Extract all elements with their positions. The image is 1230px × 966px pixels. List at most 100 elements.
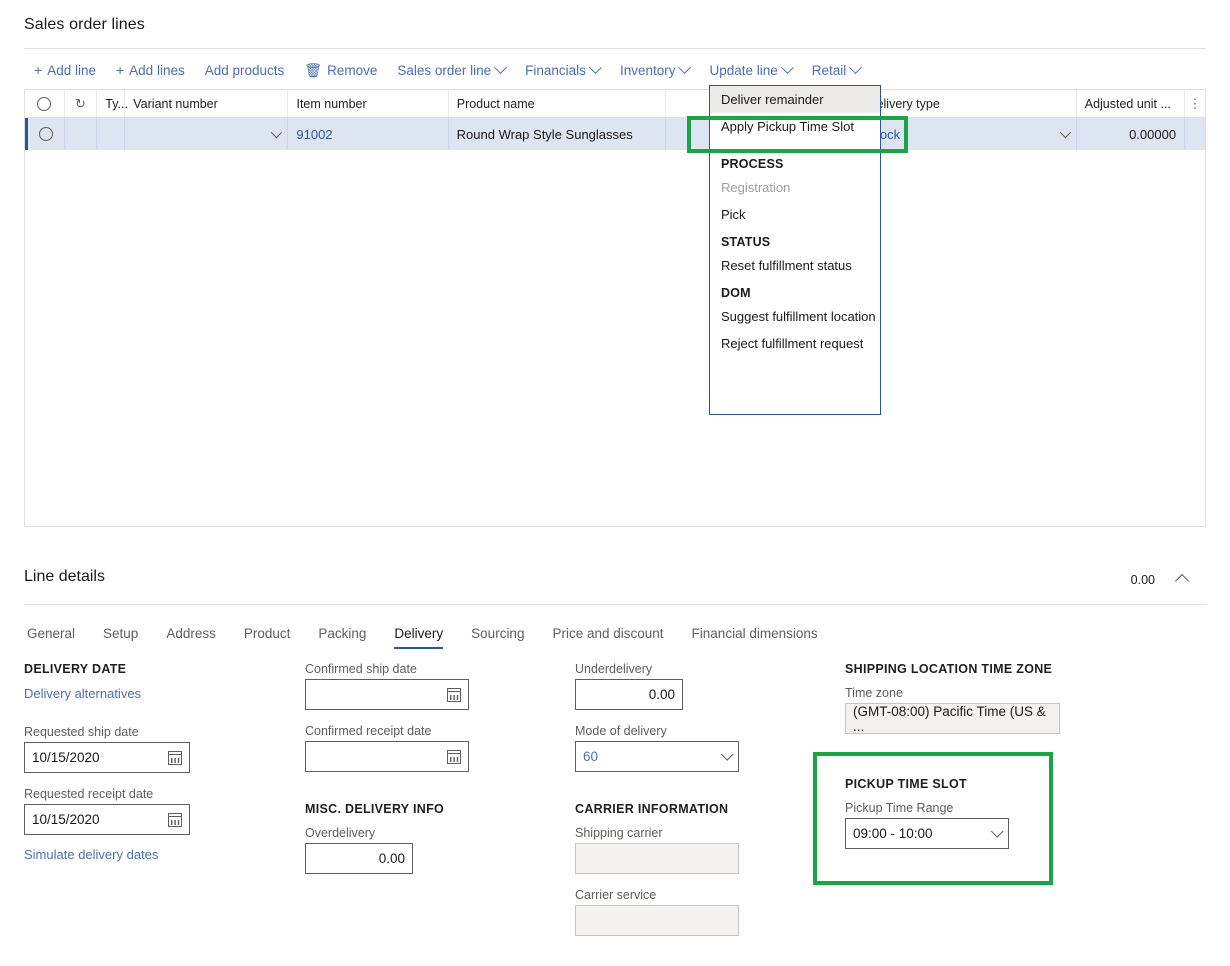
toolbar-add-line[interactable]: + Add line [24,60,106,81]
delivery-alternatives-link[interactable]: Delivery alternatives [24,686,190,701]
grid-header-variant-number[interactable]: Variant number [125,90,288,117]
chevron-down-icon[interactable] [721,748,734,761]
shipping-carrier-input[interactable] [575,843,739,874]
overdelivery-input[interactable]: 0.00 [305,843,413,874]
time-zone-input[interactable]: (GMT-08:00) Pacific Time (US & ... [845,703,1060,734]
section-carrier-information: CARRIER INFORMATION [575,802,739,816]
grid-header-adjusted-unit-label: Adjusted unit ... [1085,97,1171,111]
confirmed-ship-date-input[interactable] [305,679,469,710]
simulate-delivery-dates-link[interactable]: Simulate delivery dates [24,847,190,862]
tab-packing[interactable]: Packing [304,618,380,651]
menu-item-pick[interactable]: Pick [710,201,880,228]
requested-ship-date-value: 10/15/2020 [32,750,100,765]
chevron-down-icon[interactable] [991,825,1004,838]
grid-header-delivery-type[interactable]: Delivery type [860,90,1077,117]
toolbar-sales-order-line[interactable]: Sales order line [387,60,515,81]
menu-item-deliver-remainder-label: Deliver remainder [721,92,824,107]
tab-general[interactable]: General [24,618,89,651]
toolbar-financials-label: Financials [525,63,586,78]
requested-receipt-date-label: Requested receipt date [24,787,190,801]
calendar-icon[interactable] [168,813,182,827]
requested-receipt-date-value: 10/15/2020 [32,812,100,827]
underdelivery-input[interactable]: 0.00 [575,679,683,710]
menu-item-suggest-fulfillment-location[interactable]: Suggest fulfillment location [710,303,880,330]
confirmed-ship-date-label: Confirmed ship date [305,662,469,676]
radio-icon [37,97,51,111]
pickup-time-range-select[interactable]: 09:00 - 10:00 [845,818,1009,849]
toolbar-financials[interactable]: Financials [515,60,610,81]
toolbar-add-products[interactable]: Add products [195,60,295,81]
grid-header-refresh[interactable]: ↻ [65,90,98,117]
calendar-icon[interactable] [447,688,461,702]
plus-lines-icon: + [116,63,124,77]
time-zone-label: Time zone [845,686,1060,700]
chevron-down-icon [679,61,692,74]
tab-price-and-discount[interactable]: Price and discount [538,618,677,651]
update-line-dropdown-menu: Deliver remainder Apply Pickup Time Slot… [709,85,881,415]
menu-separator [710,140,880,150]
carrier-service-input[interactable] [575,905,739,936]
toolbar-add-lines[interactable]: + Add lines [106,60,195,81]
requested-ship-date-input[interactable]: 10/15/2020 [24,742,190,773]
collapse-chevron-up-icon[interactable] [1173,572,1191,590]
toolbar-add-products-label: Add products [205,63,285,78]
radio-icon [39,127,53,141]
row-delivery-type-cell[interactable]: Stock [860,118,1077,150]
grid-header-adjusted-unit[interactable]: Adjusted unit ... [1077,90,1185,117]
toolbar-update-line[interactable]: Update line [699,60,801,81]
menu-item-reset-fulfillment-status[interactable]: Reset fulfillment status [710,252,880,279]
sales-order-lines-card: Sales order lines + Add line + Add lines… [0,0,1215,546]
grid-header-product-name[interactable]: Product name [449,90,666,117]
row-select-radio[interactable] [28,118,65,150]
requested-receipt-date-input[interactable]: 10/15/2020 [24,804,190,835]
toolbar-remove[interactable]: 🗑 Remove [294,60,387,81]
tab-setup[interactable]: Setup [89,618,152,651]
menu-item-reset-fulfillment-status-label: Reset fulfillment status [721,258,852,273]
row-adjusted-unit-cell[interactable]: 0.00000 [1077,118,1185,150]
menu-item-deliver-remainder[interactable]: Deliver remainder [710,86,880,113]
confirmed-receipt-date-input[interactable] [305,741,469,772]
calendar-icon[interactable] [447,750,461,764]
row-end-cell [1185,118,1205,150]
pickup-time-range-label: Pickup Time Range [845,801,1021,815]
grid-header-select-all[interactable] [25,90,65,117]
grid-header-item-number[interactable]: Item number [288,90,448,117]
row-item-number-cell[interactable]: 91002 [288,118,448,150]
toolbar-add-lines-label: Add lines [129,63,185,78]
grid-column-options-button[interactable]: ⋮ [1185,90,1205,117]
menu-item-reject-fulfillment-request-label: Reject fulfillment request [721,336,863,351]
form-column-time-zone: SHIPPING LOCATION TIME ZONE Time zone (G… [845,662,1060,734]
toolbar-retail[interactable]: Retail [802,60,871,81]
tab-product[interactable]: Product [230,618,305,651]
row-type-cell[interactable] [97,118,125,150]
menu-item-apply-pickup-time-slot[interactable]: Apply Pickup Time Slot [710,113,880,140]
pickup-time-range-value: 09:00 - 10:00 [853,826,933,841]
row-product-name-cell[interactable]: Round Wrap Style Sunglasses [449,118,666,150]
tab-financial-dimensions[interactable]: Financial dimensions [678,618,832,651]
confirmed-receipt-date-label: Confirmed receipt date [305,724,469,738]
grid-header-type[interactable]: Ty... [97,90,125,117]
tab-sourcing[interactable]: Sourcing [457,618,538,651]
shipping-carrier-label: Shipping carrier [575,826,739,840]
kebab-menu-icon: ⋮ [1189,96,1202,112]
line-details-card: Line details 0.00 General Setup Address … [0,552,1215,966]
row-product-name-value: Round Wrap Style Sunglasses [457,127,633,142]
delivery-tab-form: DELIVERY DATE Delivery alternatives Requ… [0,662,1215,962]
menu-item-registration-label: Registration [721,180,790,195]
line-details-summary-value: 0.00 [1131,573,1155,587]
refresh-icon: ↻ [75,96,86,112]
toolbar-inventory[interactable]: Inventory [610,60,700,81]
page-title: Sales order lines [24,16,145,34]
menu-item-reject-fulfillment-request[interactable]: Reject fulfillment request [710,330,880,357]
calendar-icon[interactable] [168,751,182,765]
grid-header-product-name-label: Product name [457,97,535,111]
row-variant-number-cell[interactable] [125,118,288,150]
tab-address[interactable]: Address [152,618,230,651]
menu-item-suggest-fulfillment-location-label: Suggest fulfillment location [721,309,876,324]
table-row[interactable]: 91002 Round Wrap Style Sunglasses Stock … [25,118,1205,150]
section-pickup-time-slot: PICKUP TIME SLOT [845,777,1021,791]
mode-of-delivery-select[interactable]: 60 [575,741,739,772]
toolbar-add-line-label: Add line [47,63,96,78]
tab-delivery[interactable]: Delivery [380,618,457,651]
form-column-confirmed-dates: Confirmed ship date Confirmed receipt da… [305,662,469,874]
